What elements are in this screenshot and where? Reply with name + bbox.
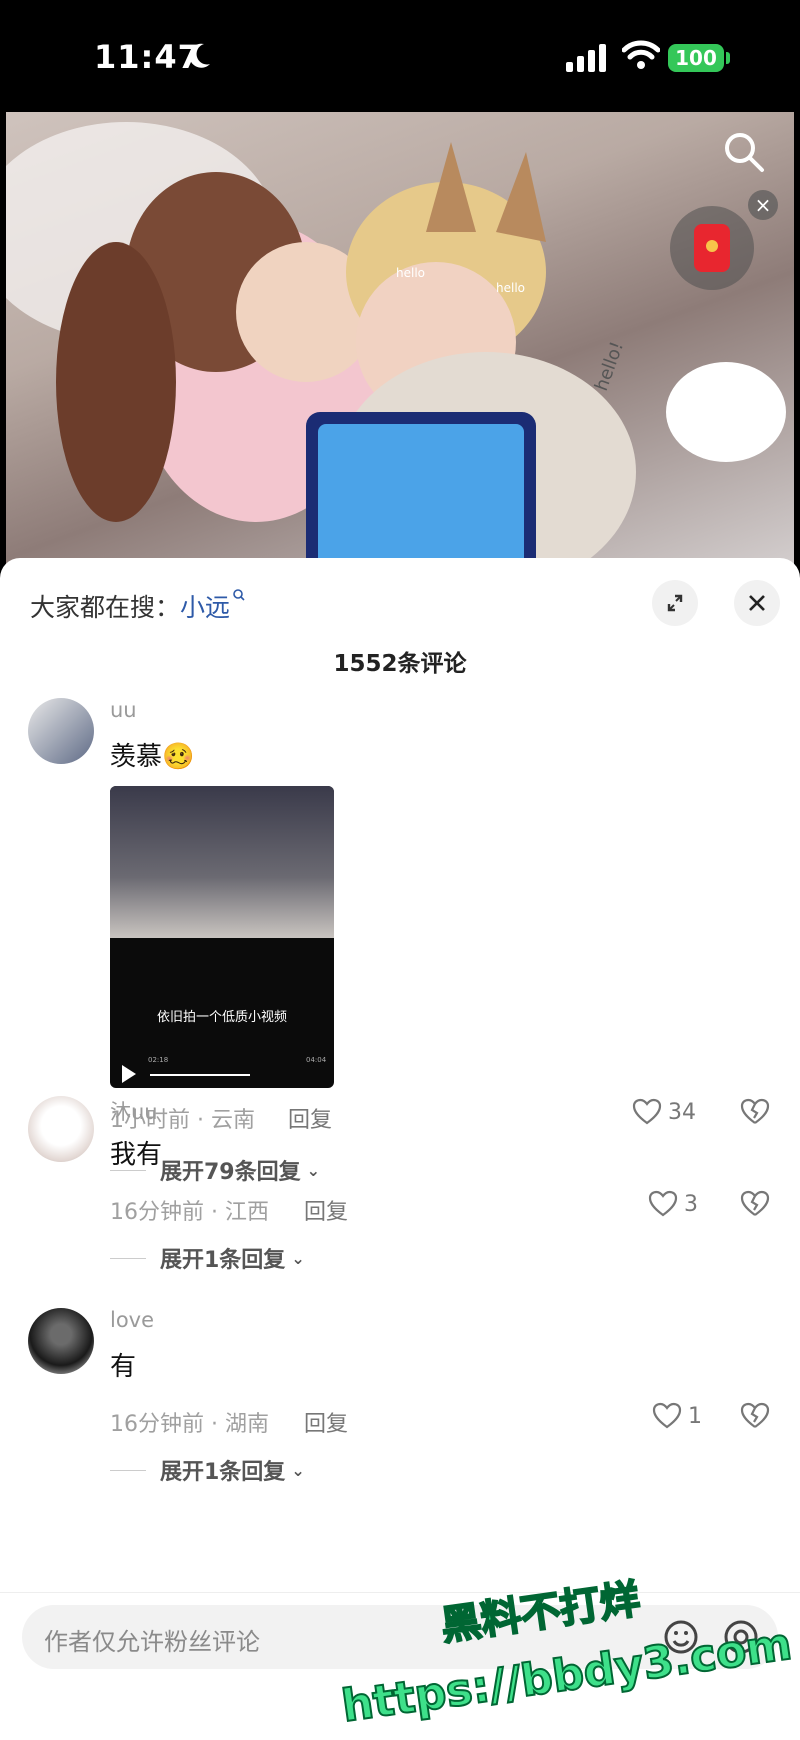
sticker-hello-text: hello! — [591, 339, 628, 394]
comment-username[interactable]: uu — [110, 698, 137, 722]
comment-text: 有 — [110, 1352, 137, 1382]
thumbnail-time-start: 02:18 — [148, 1056, 169, 1064]
wifi-icon — [622, 40, 660, 69]
video-frame-illustration: hello! hello hello — [6, 122, 786, 570]
thumbnail-caption: 依旧拍一个低质小视频 — [156, 1010, 287, 1025]
comment-video-thumbnail[interactable]: 依旧拍一个低质小视频 02:18 04:04 — [110, 786, 334, 1088]
chevron-down-icon: ⌄ — [291, 1248, 305, 1268]
reply-button[interactable]: 回复 — [304, 1406, 348, 1438]
red-packet-close-icon[interactable]: × — [748, 190, 778, 220]
comments-sheet: 大家都在搜：小远 1552条评论 uu 羡慕🥴 依旧拍一个低质小视频 02:18… — [0, 558, 800, 1739]
expand-icon — [667, 594, 683, 612]
comment-count: 1552条评论 — [333, 651, 467, 677]
dislike-heart-icon[interactable] — [740, 1402, 770, 1430]
cellular-signal-icon — [566, 44, 606, 72]
sticker-hello-1: hello — [396, 266, 425, 280]
close-sheet-button[interactable] — [734, 580, 780, 626]
heart-icon — [652, 1402, 682, 1429]
sticker-hello-2: hello — [496, 281, 525, 295]
expand-replies-label: 展开1条回复 — [160, 1248, 286, 1273]
expand-sheet-button[interactable] — [652, 580, 698, 626]
comment-item: 沐uu 我有 16分钟前 · 江西 回复 3 展开1条回复 ⌄ — [0, 1096, 800, 1296]
like-count: 3 — [684, 1191, 698, 1217]
comment-text: 我有 — [110, 1140, 163, 1170]
battery-tip — [726, 52, 730, 64]
comment-text: 羡慕🥴 — [110, 742, 195, 772]
thumbnail-image — [110, 786, 334, 938]
like-button[interactable]: 1 — [652, 1402, 702, 1430]
red-packet-icon — [694, 224, 730, 272]
status-bar: 11:47 100 — [0, 0, 800, 112]
comment-username[interactable]: love — [110, 1308, 154, 1332]
close-icon — [749, 595, 765, 611]
progress-bar — [150, 1074, 250, 1076]
moon-icon — [189, 43, 210, 68]
comment-item: love 有 16分钟前 · 湖南 回复 1 展开1条回复 ⌄ — [0, 1308, 800, 1508]
reply-button[interactable]: 回复 — [304, 1194, 348, 1226]
trending-prefix: 大家都在搜： — [30, 593, 181, 622]
red-packet-button[interactable] — [670, 206, 754, 290]
expand-replies-label: 展开1条回复 — [160, 1460, 286, 1485]
like-button[interactable]: 3 — [648, 1190, 698, 1218]
avatar[interactable] — [28, 1096, 94, 1162]
like-count: 1 — [688, 1403, 702, 1429]
thumbnail-time-end: 04:04 — [306, 1056, 327, 1064]
expand-replies-button[interactable]: 展开1条回复 ⌄ — [110, 1242, 305, 1274]
comment-time-location: 16分钟前 · 江西 — [110, 1200, 269, 1225]
video-player[interactable]: hello! hello hello — [6, 112, 794, 570]
comment-time-location: 16分钟前 · 湖南 — [110, 1412, 269, 1437]
dislike-heart-icon[interactable] — [740, 1190, 770, 1218]
heart-icon — [648, 1190, 678, 1217]
play-icon[interactable] — [122, 1065, 136, 1083]
status-time: 11:47 — [94, 38, 201, 76]
avatar[interactable] — [28, 698, 94, 764]
comment-username[interactable]: 沐uu — [110, 1096, 158, 1126]
comment-input-placeholder: 作者仅允许粉丝评论 — [44, 1628, 260, 1656]
avatar[interactable] — [28, 1308, 94, 1374]
search-icon[interactable] — [722, 130, 766, 174]
chevron-down-icon: ⌄ — [291, 1460, 305, 1480]
battery-indicator: 100 — [668, 44, 724, 72]
trending-search[interactable]: 大家都在搜：小远 — [30, 588, 246, 624]
search-small-icon — [233, 589, 245, 601]
comment-item: uu 羡慕🥴 依旧拍一个低质小视频 02:18 04:04 1小时前 · 云南 … — [0, 698, 800, 1185]
expand-replies-button[interactable]: 展开1条回复 ⌄ — [110, 1454, 305, 1486]
trending-keyword[interactable]: 小远 — [180, 593, 230, 622]
